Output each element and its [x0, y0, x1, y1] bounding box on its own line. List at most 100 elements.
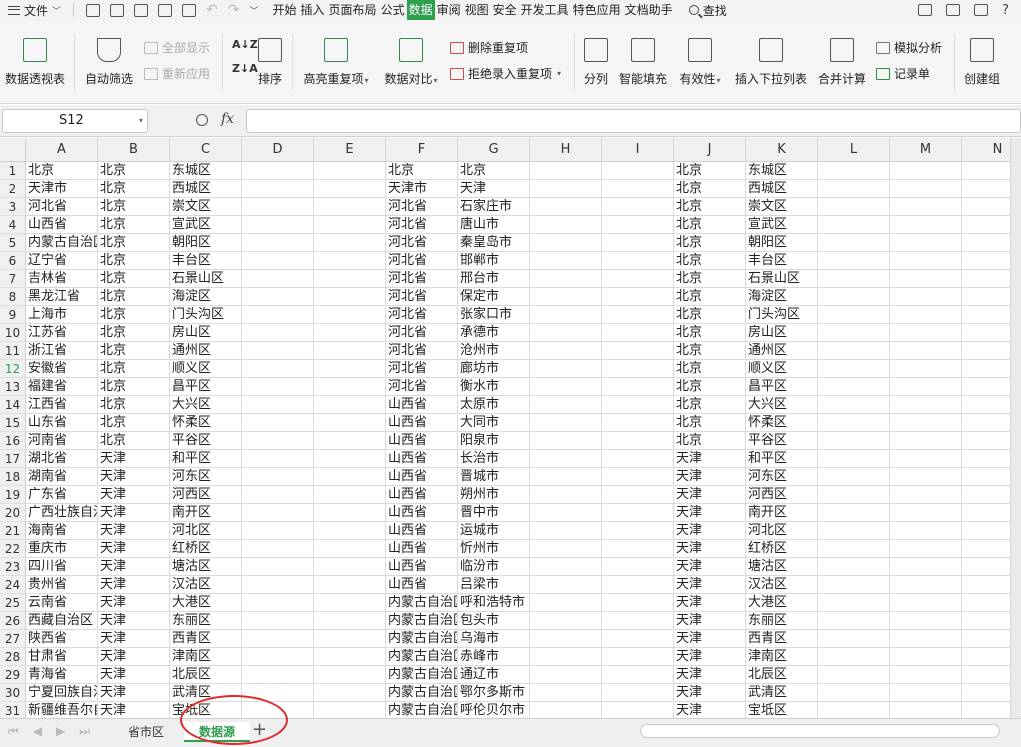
cell[interactable]: 朔州市	[458, 486, 530, 504]
cell[interactable]	[314, 414, 386, 432]
cell[interactable]: 内蒙古自治区	[386, 666, 458, 684]
row-header[interactable]: 19	[0, 486, 25, 504]
cell[interactable]: 河东区	[746, 468, 818, 486]
cell[interactable]	[818, 360, 890, 378]
cell[interactable]	[602, 468, 674, 486]
row-header[interactable]: 5	[0, 234, 25, 252]
cell[interactable]: 新疆维吾尔自治区	[26, 702, 98, 719]
cell[interactable]	[602, 504, 674, 522]
cell[interactable]: 呼伦贝尔市	[458, 702, 530, 719]
cell[interactable]: 内蒙古自治区	[386, 684, 458, 702]
cell[interactable]	[242, 504, 314, 522]
cell[interactable]	[242, 486, 314, 504]
cell[interactable]	[530, 558, 602, 576]
column-header[interactable]: E	[314, 138, 386, 162]
cell[interactable]	[962, 594, 1010, 612]
cell[interactable]: 崇文区	[746, 198, 818, 216]
cell[interactable]	[962, 360, 1010, 378]
cell[interactable]	[962, 234, 1010, 252]
cell[interactable]	[530, 252, 602, 270]
cell[interactable]	[890, 432, 962, 450]
last-sheet-icon[interactable]: ⏭	[79, 724, 90, 739]
insert-dropdown-list-button[interactable]: 插入下拉列表	[734, 38, 808, 87]
cell[interactable]: 甘肃省	[26, 648, 98, 666]
cell[interactable]	[818, 414, 890, 432]
cell[interactable]: 天津	[98, 558, 170, 576]
cell[interactable]: 天津	[674, 576, 746, 594]
undo-icon[interactable]: ↶	[206, 2, 218, 18]
cell[interactable]: 太原市	[458, 396, 530, 414]
cell[interactable]: 天津	[674, 522, 746, 540]
cell[interactable]	[818, 234, 890, 252]
cell[interactable]: 天津市	[386, 180, 458, 198]
cell[interactable]: 北京	[98, 198, 170, 216]
cell[interactable]	[530, 540, 602, 558]
cell[interactable]	[602, 378, 674, 396]
what-if-analysis-button[interactable]: 模拟分析	[876, 39, 942, 56]
reject-duplicates-button[interactable]: 拒绝录入重复项 ▾	[450, 65, 561, 82]
cell[interactable]	[602, 342, 674, 360]
cell[interactable]	[602, 594, 674, 612]
cell[interactable]	[314, 270, 386, 288]
cell[interactable]	[602, 540, 674, 558]
cell[interactable]: 天津	[674, 702, 746, 719]
cell[interactable]: 东丽区	[170, 612, 242, 630]
cell[interactable]: 和平区	[170, 450, 242, 468]
cell[interactable]	[602, 162, 674, 180]
cell[interactable]: 津南区	[170, 648, 242, 666]
cell[interactable]	[242, 468, 314, 486]
cell[interactable]	[818, 702, 890, 719]
cell[interactable]: 内蒙古自治区	[386, 630, 458, 648]
flash-fill-button[interactable]: 智能填充	[618, 38, 668, 87]
data-compare-button[interactable]: 数据对比▾	[380, 38, 442, 87]
cell[interactable]: 北京	[674, 414, 746, 432]
cell[interactable]: 天津	[674, 684, 746, 702]
cell[interactable]	[314, 666, 386, 684]
column-header[interactable]: K	[746, 138, 818, 162]
cell[interactable]	[530, 576, 602, 594]
cell[interactable]	[314, 396, 386, 414]
cell[interactable]	[530, 414, 602, 432]
cell[interactable]	[602, 216, 674, 234]
row-header[interactable]: 13	[0, 378, 25, 396]
cell[interactable]	[818, 576, 890, 594]
cell[interactable]: 北京	[674, 252, 746, 270]
cell[interactable]: 浙江省	[26, 342, 98, 360]
cell[interactable]: 邢台市	[458, 270, 530, 288]
cell[interactable]	[314, 162, 386, 180]
cell[interactable]: 北京	[674, 432, 746, 450]
cell[interactable]: 南开区	[746, 504, 818, 522]
cell[interactable]	[962, 288, 1010, 306]
cell[interactable]	[314, 468, 386, 486]
cell[interactable]: 北京	[674, 378, 746, 396]
cell[interactable]	[962, 198, 1010, 216]
cell[interactable]: 内蒙古自治区	[386, 648, 458, 666]
cell[interactable]: 大同市	[458, 414, 530, 432]
row-header[interactable]: 10	[0, 324, 25, 342]
cell[interactable]	[890, 558, 962, 576]
save-icon[interactable]	[110, 3, 125, 17]
row-header[interactable]: 18	[0, 468, 25, 486]
row-header[interactable]: 25	[0, 594, 25, 612]
cell[interactable]: 大兴区	[746, 396, 818, 414]
cell[interactable]: 汉沽区	[746, 576, 818, 594]
cell[interactable]: 四川省	[26, 558, 98, 576]
cell[interactable]: 天津	[98, 684, 170, 702]
cell[interactable]	[530, 396, 602, 414]
cell[interactable]	[962, 324, 1010, 342]
cell[interactable]: 怀柔区	[170, 414, 242, 432]
column-header[interactable]: F	[386, 138, 458, 162]
cell[interactable]: 北京	[98, 306, 170, 324]
cell[interactable]: 北京	[674, 216, 746, 234]
cell[interactable]: 山西省	[386, 432, 458, 450]
fx-icon[interactable]: fx	[221, 111, 234, 127]
cell[interactable]	[818, 486, 890, 504]
cell[interactable]: 河北省	[386, 306, 458, 324]
cell[interactable]: 河北省	[386, 288, 458, 306]
print-icon[interactable]	[158, 3, 173, 17]
row-header[interactable]: 11	[0, 342, 25, 360]
cell[interactable]: 房山区	[170, 324, 242, 342]
cell[interactable]: 山西省	[386, 576, 458, 594]
cell[interactable]: 西藏自治区	[26, 612, 98, 630]
cell[interactable]	[962, 540, 1010, 558]
